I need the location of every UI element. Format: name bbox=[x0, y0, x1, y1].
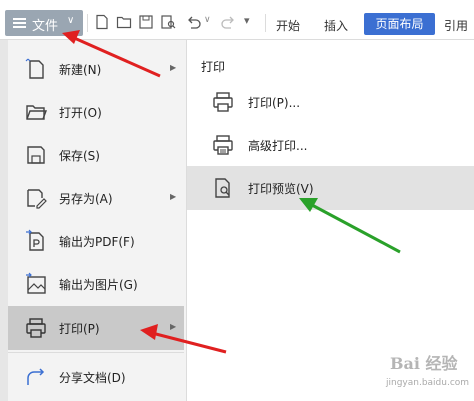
tab-insert[interactable]: 插入 bbox=[324, 17, 348, 34]
undo-dropdown-icon[interactable]: ∨ bbox=[204, 15, 211, 25]
file-menu-button[interactable]: 文件 ∨ bbox=[5, 10, 83, 36]
tab-page-layout[interactable]: 页面布局 bbox=[364, 13, 435, 35]
submenu-item-label: 高级打印... bbox=[248, 139, 308, 153]
menu-item-label: 输出为图片(G) bbox=[59, 278, 138, 292]
printer-icon bbox=[213, 92, 233, 112]
tab-references[interactable]: 引用 bbox=[444, 17, 468, 34]
menu-item-label: 保存(S) bbox=[59, 149, 100, 163]
share-icon bbox=[27, 368, 45, 385]
submenu-arrow-icon: ▶ bbox=[170, 63, 177, 72]
menu-divider bbox=[8, 352, 184, 353]
watermark-logo-text: Bai 经验 bbox=[390, 354, 458, 373]
submenu-title: 打印 bbox=[201, 60, 226, 74]
submenu-item-label: 打印(P)... bbox=[248, 96, 301, 110]
menu-item-label: 输出为PDF(F) bbox=[59, 235, 135, 249]
folder-open-icon bbox=[26, 105, 48, 120]
menu-item-save-as[interactable]: 另存为(A) ▶ bbox=[8, 176, 184, 220]
toolbar-divider bbox=[87, 14, 88, 32]
open-folder-icon[interactable] bbox=[116, 14, 132, 30]
save-icon[interactable] bbox=[138, 14, 154, 30]
menu-item-label: 新建(N) bbox=[59, 63, 102, 77]
print-preview-icon bbox=[215, 178, 230, 198]
chevron-down-icon: ∨ bbox=[67, 15, 75, 26]
redo-icon[interactable] bbox=[220, 14, 236, 30]
export-image-icon bbox=[26, 272, 46, 294]
new-document-icon bbox=[25, 58, 44, 79]
menu-item-save[interactable]: 保存(S) bbox=[8, 133, 184, 177]
baidu-jingyan-watermark: Bai 经验 jingyan.baidu.com bbox=[368, 350, 472, 398]
print-preview-icon[interactable] bbox=[160, 14, 176, 30]
save-icon bbox=[27, 146, 45, 164]
toolbar: 文件 ∨ ∨ ▾ 开始 插入 页面布局 引用 bbox=[0, 0, 474, 40]
save-as-icon bbox=[27, 189, 47, 209]
submenu-arrow-icon: ▶ bbox=[170, 192, 177, 201]
menu-item-label: 打印(P) bbox=[59, 322, 100, 336]
submenu-arrow-icon: ▶ bbox=[170, 322, 177, 331]
toolbar-divider bbox=[265, 14, 266, 32]
watermark-url: jingyan.baidu.com bbox=[386, 378, 470, 388]
printer-icon bbox=[26, 318, 46, 338]
advanced-print-icon bbox=[213, 135, 233, 155]
menu-item-new[interactable]: 新建(N) ▶ bbox=[8, 47, 184, 91]
menu-item-label: 另存为(A) bbox=[59, 192, 113, 206]
menu-item-share[interactable]: 分享文档(D) bbox=[8, 355, 184, 399]
submenu-item-label: 打印预览(V) bbox=[248, 182, 314, 196]
menu-item-label: 打开(O) bbox=[59, 106, 102, 120]
menu-item-export-image[interactable]: 输出为图片(G) bbox=[8, 262, 184, 306]
file-menu-label: 文件 bbox=[32, 19, 59, 34]
new-file-icon[interactable] bbox=[94, 14, 110, 30]
submenu-item-print[interactable]: 打印(P)... bbox=[187, 80, 474, 124]
quick-access-dropdown-icon[interactable]: ▾ bbox=[244, 14, 250, 27]
submenu-item-print-preview[interactable]: 打印预览(V) bbox=[187, 166, 474, 210]
menu-item-open[interactable]: 打开(O) bbox=[8, 90, 184, 134]
tab-home[interactable]: 开始 bbox=[276, 17, 300, 34]
document-edge bbox=[0, 40, 8, 401]
menu-item-label: 分享文档(D) bbox=[59, 371, 126, 385]
hamburger-icon bbox=[13, 18, 26, 28]
menu-item-print[interactable]: 打印(P) ▶ bbox=[8, 306, 184, 350]
submenu-item-advanced-print[interactable]: 高级打印... bbox=[187, 123, 474, 167]
export-pdf-icon bbox=[26, 229, 44, 251]
menu-item-export-pdf[interactable]: 输出为PDF(F) bbox=[8, 219, 184, 263]
undo-icon[interactable] bbox=[186, 14, 202, 30]
